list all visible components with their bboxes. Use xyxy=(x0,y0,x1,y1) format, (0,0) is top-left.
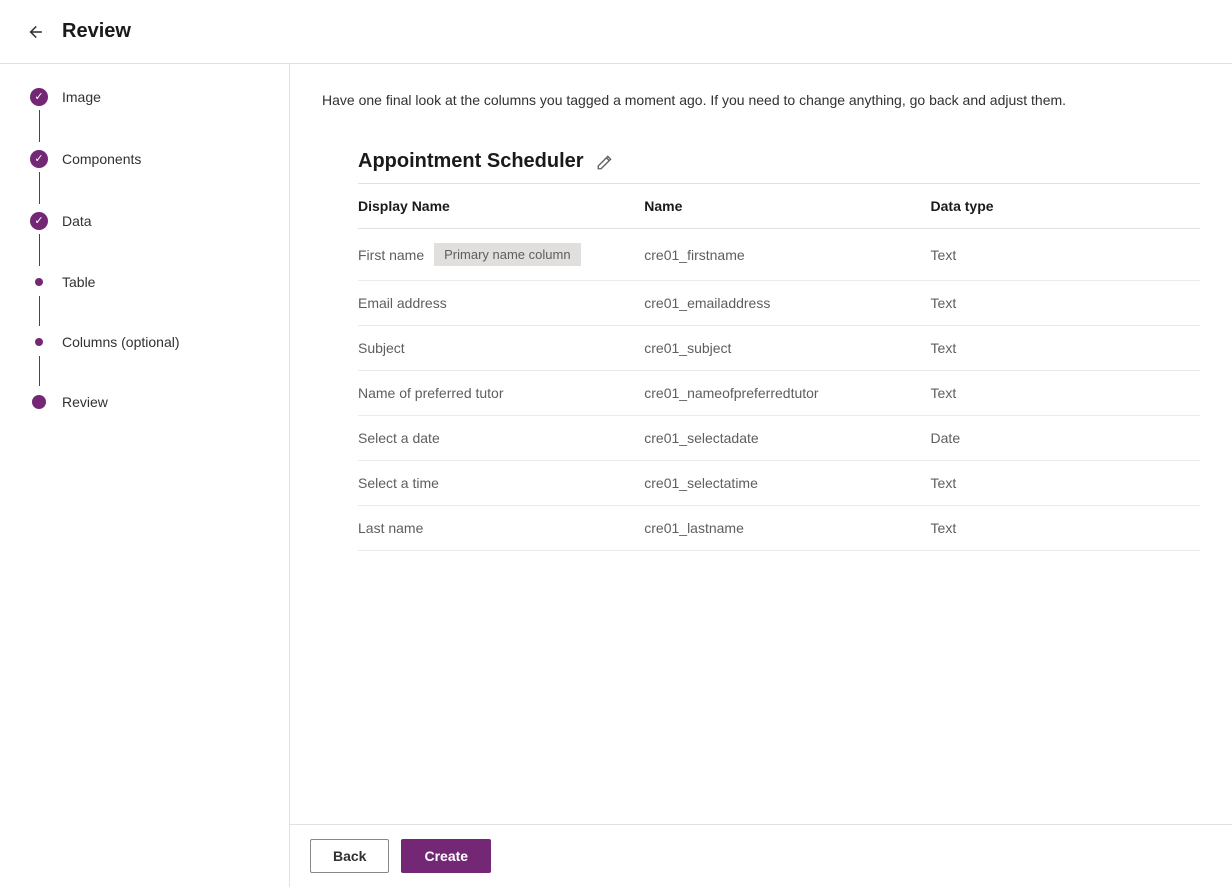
wizard-step-label: Image xyxy=(62,89,101,105)
pencil-icon[interactable] xyxy=(596,153,614,171)
cell-name: cre01_emailaddress xyxy=(644,281,930,326)
main-panel: Have one final look at the columns you t… xyxy=(290,64,1232,887)
display-name-text: Subject xyxy=(358,340,405,356)
cell-data-type: Text xyxy=(931,461,1200,506)
wizard-steps: ✓ Image ✓ Components ✓ Data Table Columns (opti… xyxy=(30,88,289,410)
wizard-step[interactable]: Table xyxy=(30,274,289,334)
table-row: Name of preferred tutor cre01_nameofprefe… xyxy=(358,371,1200,416)
app-title: Appointment Scheduler xyxy=(358,150,584,173)
col-header-display-name: Display Name xyxy=(358,184,644,229)
create-button[interactable]: Create xyxy=(401,839,491,873)
cell-name: cre01_selectadate xyxy=(644,416,930,461)
cell-data-type: Text xyxy=(931,229,1200,281)
cell-display-name: Subject xyxy=(358,326,644,371)
wizard-step[interactable]: ✓ Image xyxy=(30,88,289,150)
table-row: Email address cre01_emailaddressText xyxy=(358,281,1200,326)
primary-name-badge: Primary name column xyxy=(434,243,580,266)
cell-data-type: Text xyxy=(931,326,1200,371)
check-circle-icon: ✓ xyxy=(30,88,48,106)
display-name-text: Select a time xyxy=(358,475,439,491)
cell-data-type: Date xyxy=(931,416,1200,461)
page-header: Review xyxy=(0,0,1232,64)
cell-display-name: Last name xyxy=(358,506,644,551)
cell-data-type: Text xyxy=(931,281,1200,326)
cell-display-name: Email address xyxy=(358,281,644,326)
back-arrow-icon[interactable] xyxy=(24,22,44,42)
col-header-data-type: Data type xyxy=(931,184,1200,229)
wizard-step-label: Data xyxy=(62,213,92,229)
table-row: Subject cre01_subjectText xyxy=(358,326,1200,371)
display-name-text: Last name xyxy=(358,520,423,536)
footer-actions: Back Create xyxy=(290,824,1232,887)
columns-table: Display Name Name Data type First name Pr… xyxy=(358,183,1200,551)
check-circle-icon: ✓ xyxy=(30,150,48,168)
wizard-step[interactable]: ✓ Data xyxy=(30,212,289,274)
display-name-text: Name of preferred tutor xyxy=(358,385,504,401)
step-dot-icon xyxy=(35,338,43,346)
cell-display-name: Select a time xyxy=(358,461,644,506)
cell-display-name: First name Primary name column xyxy=(358,229,644,281)
table-row: Select a date cre01_selectadateDate xyxy=(358,416,1200,461)
wizard-step-label: Review xyxy=(62,394,108,410)
table-row: Select a time cre01_selectatimeText xyxy=(358,461,1200,506)
review-description: Have one final look at the columns you t… xyxy=(322,92,1200,108)
columns-table-wrap: Display Name Name Data type First name Pr… xyxy=(322,183,1200,551)
page-title: Review xyxy=(62,20,131,43)
cell-name: cre01_subject xyxy=(644,326,930,371)
content-area: ✓ Image ✓ Components ✓ Data Table Columns (opti… xyxy=(0,64,1232,887)
back-button[interactable]: Back xyxy=(310,839,389,873)
cell-data-type: Text xyxy=(931,506,1200,551)
cell-name: cre01_lastname xyxy=(644,506,930,551)
app-title-row: Appointment Scheduler xyxy=(322,150,1200,173)
cell-display-name: Select a date xyxy=(358,416,644,461)
cell-name: cre01_firstname xyxy=(644,229,930,281)
wizard-step-label: Components xyxy=(62,151,141,167)
display-name-text: First name xyxy=(358,247,424,263)
table-row: First name Primary name column cre01_first… xyxy=(358,229,1200,281)
wizard-step[interactable]: Review xyxy=(30,394,289,410)
display-name-text: Select a date xyxy=(358,430,440,446)
wizard-sidebar: ✓ Image ✓ Components ✓ Data Table Columns (opti… xyxy=(0,64,290,887)
col-header-name: Name xyxy=(644,184,930,229)
cell-name: cre01_nameofpreferredtutor xyxy=(644,371,930,416)
cell-data-type: Text xyxy=(931,371,1200,416)
cell-display-name: Name of preferred tutor xyxy=(358,371,644,416)
display-name-text: Email address xyxy=(358,295,447,311)
wizard-step[interactable]: Columns (optional) xyxy=(30,334,289,394)
wizard-step-label: Columns (optional) xyxy=(62,334,180,350)
wizard-step-label: Table xyxy=(62,274,95,290)
wizard-step[interactable]: ✓ Components xyxy=(30,150,289,212)
step-dot-icon xyxy=(35,278,43,286)
step-current-icon xyxy=(32,395,46,409)
table-row: Last name cre01_lastnameText xyxy=(358,506,1200,551)
check-circle-icon: ✓ xyxy=(30,212,48,230)
cell-name: cre01_selectatime xyxy=(644,461,930,506)
